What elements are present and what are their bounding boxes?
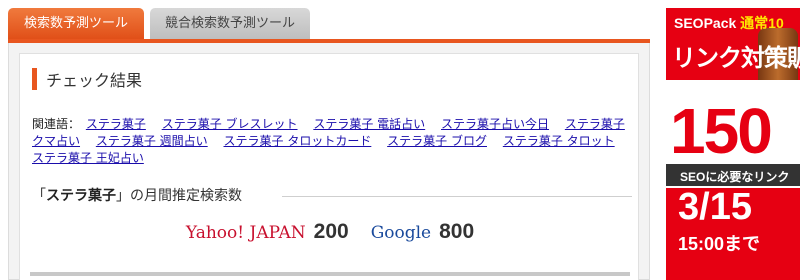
ad-time: 15:00まで <box>678 234 761 254</box>
section-title: チェック結果 <box>46 71 143 90</box>
ad-date: 3/15 <box>678 186 752 228</box>
related-link[interactable]: ステラ菓子 ブログ <box>387 134 487 148</box>
ad-regular-price: 通常10 <box>740 15 784 31</box>
google-label: Google <box>370 223 432 243</box>
related-link[interactable]: ステラ菓子 王妃占い <box>32 151 144 165</box>
related-link[interactable]: ステラ菓子 タロット <box>503 134 615 148</box>
google-count: 800 <box>439 220 475 243</box>
ad-big-number: 150 <box>670 95 773 167</box>
seo-pack-ad-banner[interactable]: SEOPack 通常10 リンク対策販 150 SEOに必要なリンク 3/15 … <box>666 8 800 280</box>
ad-headline: SEOPack 通常10 <box>674 13 784 33</box>
related-link[interactable]: ステラ菓子 ブレスレット <box>162 117 298 131</box>
bottom-divider <box>30 272 630 276</box>
heading-divider <box>282 196 632 197</box>
ad-band-text: SEOに必要なリンク <box>680 170 790 184</box>
related-label: 関連語： <box>32 117 81 131</box>
result-card: チェック結果 関連語： ステラ菓子 ステラ菓子 ブレスレット ステラ菓子 電話占… <box>19 53 639 280</box>
yahoo-japan-label: Yahoo! JAPAN <box>185 223 306 243</box>
related-link[interactable]: ステラ菓子 タロットカード <box>224 134 372 148</box>
related-link[interactable]: ステラ菓子占い今日 <box>441 117 549 131</box>
related-link[interactable]: ステラ菓子 週間占い <box>96 134 208 148</box>
monthly-volume-heading: 「ステラ菓子」の月間推定検索数 <box>32 185 242 205</box>
yahoo-count: 200 <box>313 220 349 243</box>
tab-competitor-search-volume-tool[interactable]: 競合検索数予測ツール <box>150 8 310 40</box>
tab-search-volume-tool[interactable]: 検索数予測ツール <box>8 8 144 40</box>
heading-accent-bar <box>32 68 37 90</box>
volume-keyword: ステラ菓子 <box>46 188 116 204</box>
related-link[interactable]: ステラ菓子 <box>86 117 146 131</box>
related-keywords: 関連語： ステラ菓子 ステラ菓子 ブレスレット ステラ菓子 電話占い ステラ菓子… <box>32 116 632 167</box>
main-panel: チェック結果 関連語： ステラ菓子 ステラ菓子 ブレスレット ステラ菓子 電話占… <box>8 43 650 280</box>
related-link[interactable]: ステラ菓子 電話占い <box>313 117 425 131</box>
ad-brand: SEOPack <box>674 15 737 31</box>
ad-subheadline: リンク対策販 <box>672 45 800 72</box>
volume-prefix: 「 <box>32 188 46 204</box>
volume-suffix: 」の月間推定検索数 <box>116 188 242 204</box>
search-counts: Yahoo! JAPAN 200 Google 800 <box>20 220 640 244</box>
